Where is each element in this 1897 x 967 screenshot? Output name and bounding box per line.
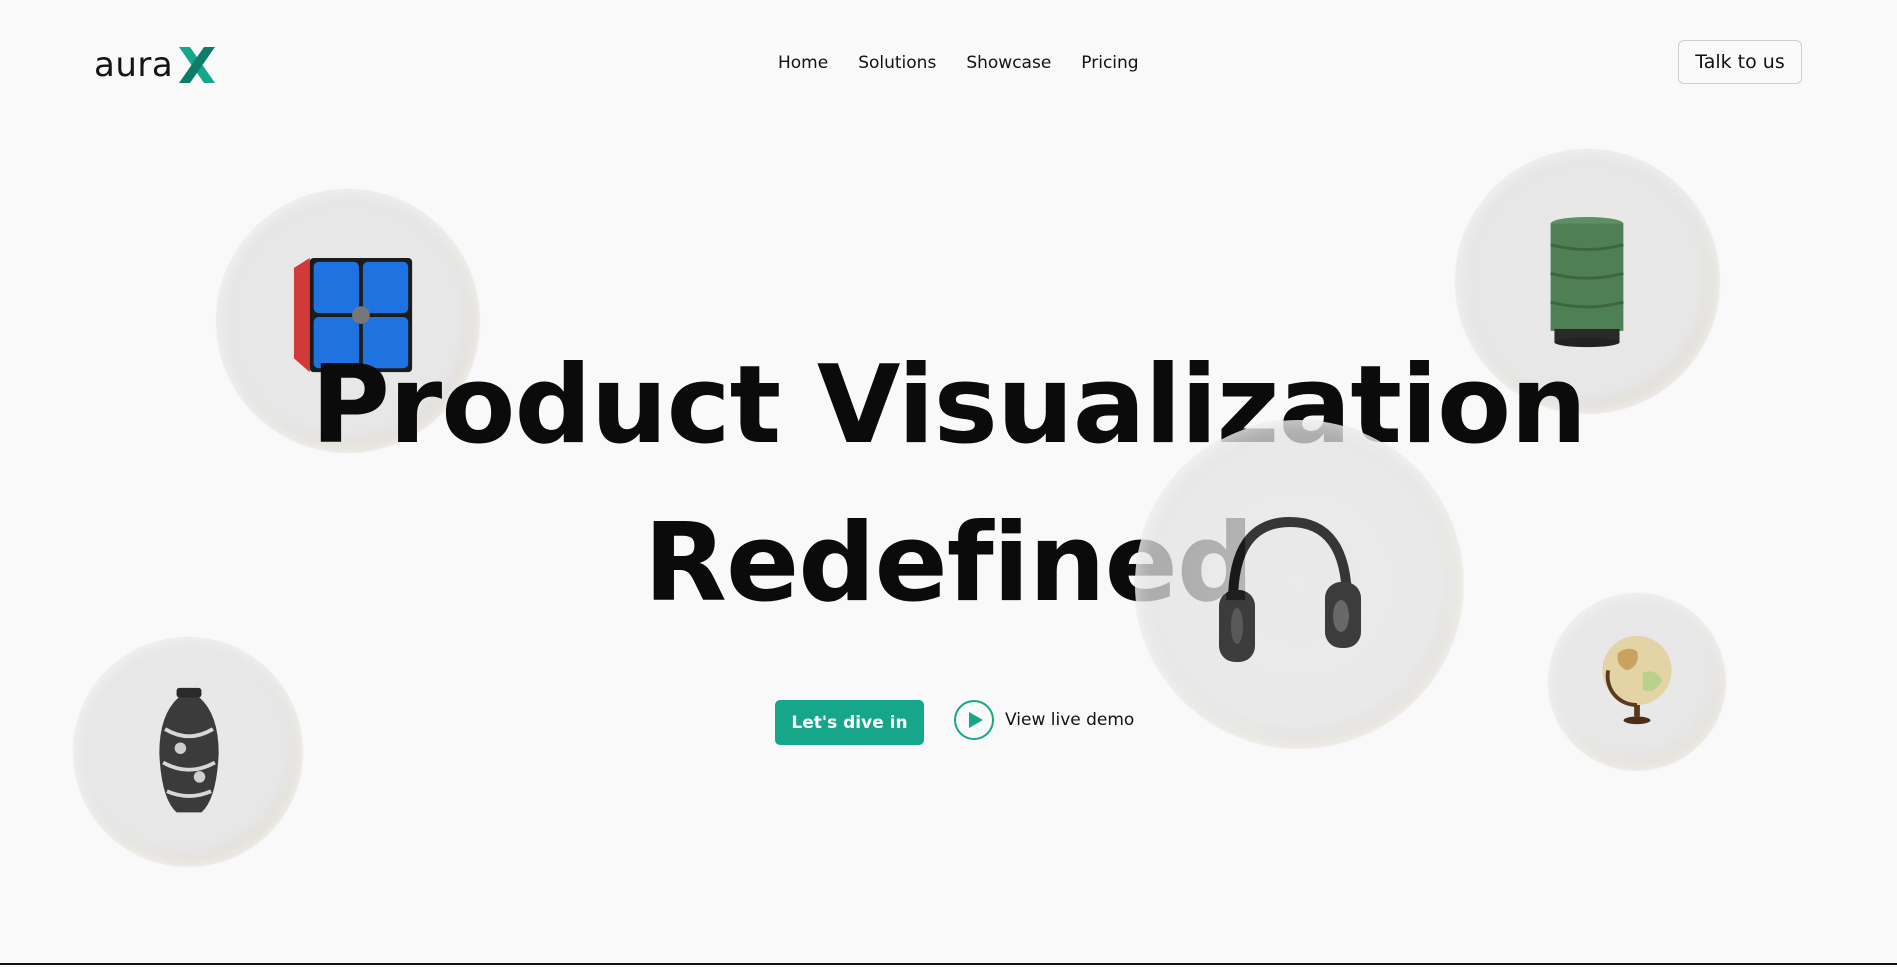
logo-text: aura: [94, 45, 174, 85]
headphones-icon: [1219, 516, 1361, 662]
hero-title-line-1: Product Visualization: [310, 343, 1587, 468]
green-canister-icon: [1550, 216, 1624, 348]
bubble-globe: [1549, 594, 1725, 770]
hero-title-line-2: Redefined: [643, 501, 1254, 626]
nav-solutions[interactable]: Solutions: [858, 52, 936, 74]
landing-page: aura Home Solutions Showcase Pricing Tal…: [0, 0, 1897, 965]
nav-pricing[interactable]: Pricing: [1081, 52, 1138, 74]
dive-in-button[interactable]: Let's dive in: [775, 700, 924, 745]
logo-x-mark-icon: [179, 47, 216, 83]
vase-icon: [159, 687, 219, 813]
play-icon[interactable]: [954, 700, 994, 740]
bubble-vase: [74, 638, 302, 866]
globe-icon: [1602, 635, 1672, 725]
demo-label: View live demo: [1005, 710, 1135, 730]
nav-showcase[interactable]: Showcase: [966, 52, 1051, 74]
view-live-demo-link[interactable]: View live demo: [954, 700, 1134, 740]
talk-to-us-button[interactable]: Talk to us: [1678, 40, 1802, 84]
main-nav: Home Solutions Showcase Pricing: [778, 52, 1139, 74]
nav-home[interactable]: Home: [778, 52, 828, 74]
brand-logo[interactable]: aura: [94, 44, 217, 86]
bubble-headphones: [1135, 420, 1463, 748]
